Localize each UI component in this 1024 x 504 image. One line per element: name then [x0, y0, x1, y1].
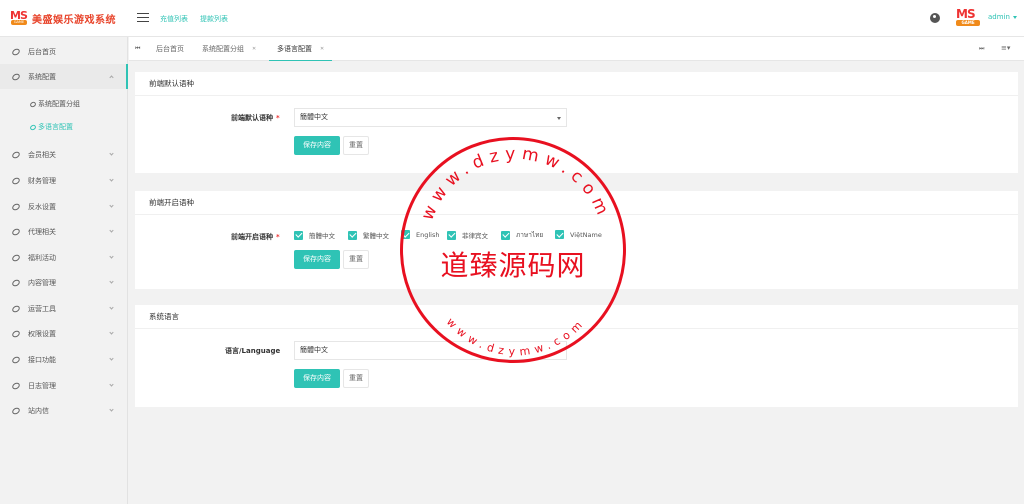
system-language-card: 系统语言 语言/Language 簡體中文 保存内容 重置: [135, 305, 1018, 407]
sidebar-item-messages[interactable]: 站内信: [0, 398, 127, 423]
logo-title: 美盛娱乐游戏系统: [32, 14, 116, 26]
leaf-icon: [11, 201, 21, 212]
leaf-icon: [11, 46, 21, 57]
sidebar-subitem-multilang[interactable]: 多语言配置: [0, 117, 127, 137]
sidebar-item-agents[interactable]: 代理相关: [0, 219, 127, 244]
recharge-list-link[interactable]: 充值列表: [160, 14, 188, 24]
section-title: 前端默认语种: [135, 72, 1018, 96]
default-language-select[interactable]: 簡體中文: [294, 108, 567, 127]
menu-toggle-icon[interactable]: [137, 13, 149, 23]
chevron-down-icon: [109, 382, 114, 387]
top-header: MS GAME 美盛娱乐游戏系统 充值列表 提款列表 MS GAME admin: [0, 0, 1024, 37]
leaf-icon: [11, 328, 21, 339]
chevron-down-icon: [109, 305, 114, 310]
chevron-down-icon: [109, 330, 114, 335]
leaf-icon: [11, 252, 21, 263]
chevron-down-icon: [109, 279, 114, 284]
tab-home[interactable]: 后台首页: [156, 37, 184, 61]
checkbox-lang-zh-cn[interactable]: 簡體中文: [294, 230, 335, 240]
chevron-down-icon: [109, 228, 114, 233]
save-button[interactable]: 保存内容: [294, 250, 340, 269]
sidebar-item-system-config[interactable]: 系统配置: [0, 64, 128, 89]
default-language-card: 前端默认语种 前端默认语种 * 簡體中文 保存内容 重置: [135, 72, 1018, 173]
section-title: 前端开启语种: [135, 191, 1018, 215]
sidebar-item-finance[interactable]: 财务管理: [0, 168, 127, 193]
leaf-icon: [11, 149, 21, 160]
leaf-icon: [11, 175, 21, 186]
close-icon[interactable]: ✕: [320, 46, 324, 52]
checkbox-lang-zh-tw[interactable]: 繁體中文: [348, 230, 389, 240]
sidebar-item-ops-tools[interactable]: 运营工具: [0, 296, 127, 321]
save-button[interactable]: 保存内容: [294, 369, 340, 388]
sidebar-item-logs[interactable]: 日志管理: [0, 373, 127, 398]
sidebar: 后台首页 系统配置 系统配置分组 多语言配置 会员相关 财务管理 反水设置 代理…: [0, 37, 128, 504]
checkbox-lang-th[interactable]: ภาษาไทย: [501, 230, 543, 240]
leaf-icon: [11, 354, 21, 365]
chevron-down-icon: [109, 203, 114, 208]
user-menu[interactable]: admin: [988, 13, 1017, 21]
leaf-icon: [11, 303, 21, 314]
leaf-icon: [29, 123, 37, 131]
leaf-icon: [11, 277, 21, 288]
save-button[interactable]: 保存内容: [294, 136, 340, 155]
system-language-field[interactable]: 簡體中文: [294, 341, 567, 360]
reset-button[interactable]: 重置: [343, 369, 369, 388]
tab-bar: ⏮ 后台首页 系统配置分组 ✕ 多语言配置 ✕ ⏭ ≡▾: [129, 37, 1024, 62]
checkbox-lang-fil[interactable]: 菲律宾文: [447, 230, 488, 240]
leaf-icon: [11, 405, 21, 416]
chevron-down-icon: [1012, 15, 1017, 19]
sidebar-item-permissions[interactable]: 权限设置: [0, 321, 127, 346]
chevron-down-icon: [109, 254, 114, 259]
tab-multilang[interactable]: 多语言配置 ✕: [269, 37, 333, 62]
tabs-menu-icon[interactable]: ≡▾: [1001, 44, 1010, 52]
reset-button[interactable]: 重置: [343, 136, 369, 155]
logo[interactable]: MS GAME 美盛娱乐游戏系统: [10, 9, 116, 27]
leaf-icon: [11, 71, 21, 82]
enabled-languages-label: 前端开启语种 *: [231, 233, 280, 241]
section-title: 系统语言: [135, 305, 1018, 329]
main-content: 前端默认语种 前端默认语种 * 簡體中文 保存内容 重置 前端开启语种 前端开启语…: [129, 61, 1024, 504]
sidebar-subitem-config-groups[interactable]: 系统配置分组: [0, 94, 127, 114]
theme-palette-icon[interactable]: [930, 13, 940, 23]
chevron-down-icon: [109, 407, 114, 412]
logo-icon: MS GAME: [10, 9, 28, 25]
leaf-icon: [29, 100, 37, 108]
chevron-down-icon: [557, 117, 561, 120]
enabled-languages-card: 前端开启语种 前端开启语种 * 簡體中文 繁體中文 English 菲律宾文 ภา…: [135, 191, 1018, 289]
default-language-label: 前端默认语种 *: [231, 114, 280, 122]
tab-config-groups[interactable]: 系统配置分组 ✕: [202, 37, 256, 61]
sidebar-item-rebate[interactable]: 反水设置: [0, 194, 127, 219]
reset-button[interactable]: 重置: [343, 250, 369, 269]
withdraw-list-link[interactable]: 提款列表: [200, 14, 228, 24]
sidebar-item-members[interactable]: 会员相关: [0, 142, 127, 167]
chevron-down-icon: [109, 356, 114, 361]
sidebar-item-api[interactable]: 接口功能: [0, 347, 127, 372]
checkbox-lang-vi[interactable]: ViệtName: [555, 230, 602, 239]
leaf-icon: [11, 226, 21, 237]
sidebar-item-home[interactable]: 后台首页: [0, 39, 127, 64]
avatar[interactable]: MS GAME: [954, 7, 982, 29]
leaf-icon: [11, 380, 21, 391]
tabs-scroll-left-icon[interactable]: ⏮: [135, 45, 140, 53]
chevron-down-icon: [109, 151, 114, 156]
chevron-down-icon: [109, 177, 114, 182]
checkbox-lang-en[interactable]: English: [401, 230, 439, 239]
sidebar-item-promotions[interactable]: 福利活动: [0, 245, 127, 270]
close-icon[interactable]: ✕: [252, 46, 256, 52]
tabs-scroll-right-icon[interactable]: ⏭: [979, 45, 984, 53]
chevron-up-icon: [109, 75, 114, 80]
sidebar-item-content[interactable]: 内容管理: [0, 270, 127, 295]
system-language-label: 语言/Language: [225, 347, 281, 355]
